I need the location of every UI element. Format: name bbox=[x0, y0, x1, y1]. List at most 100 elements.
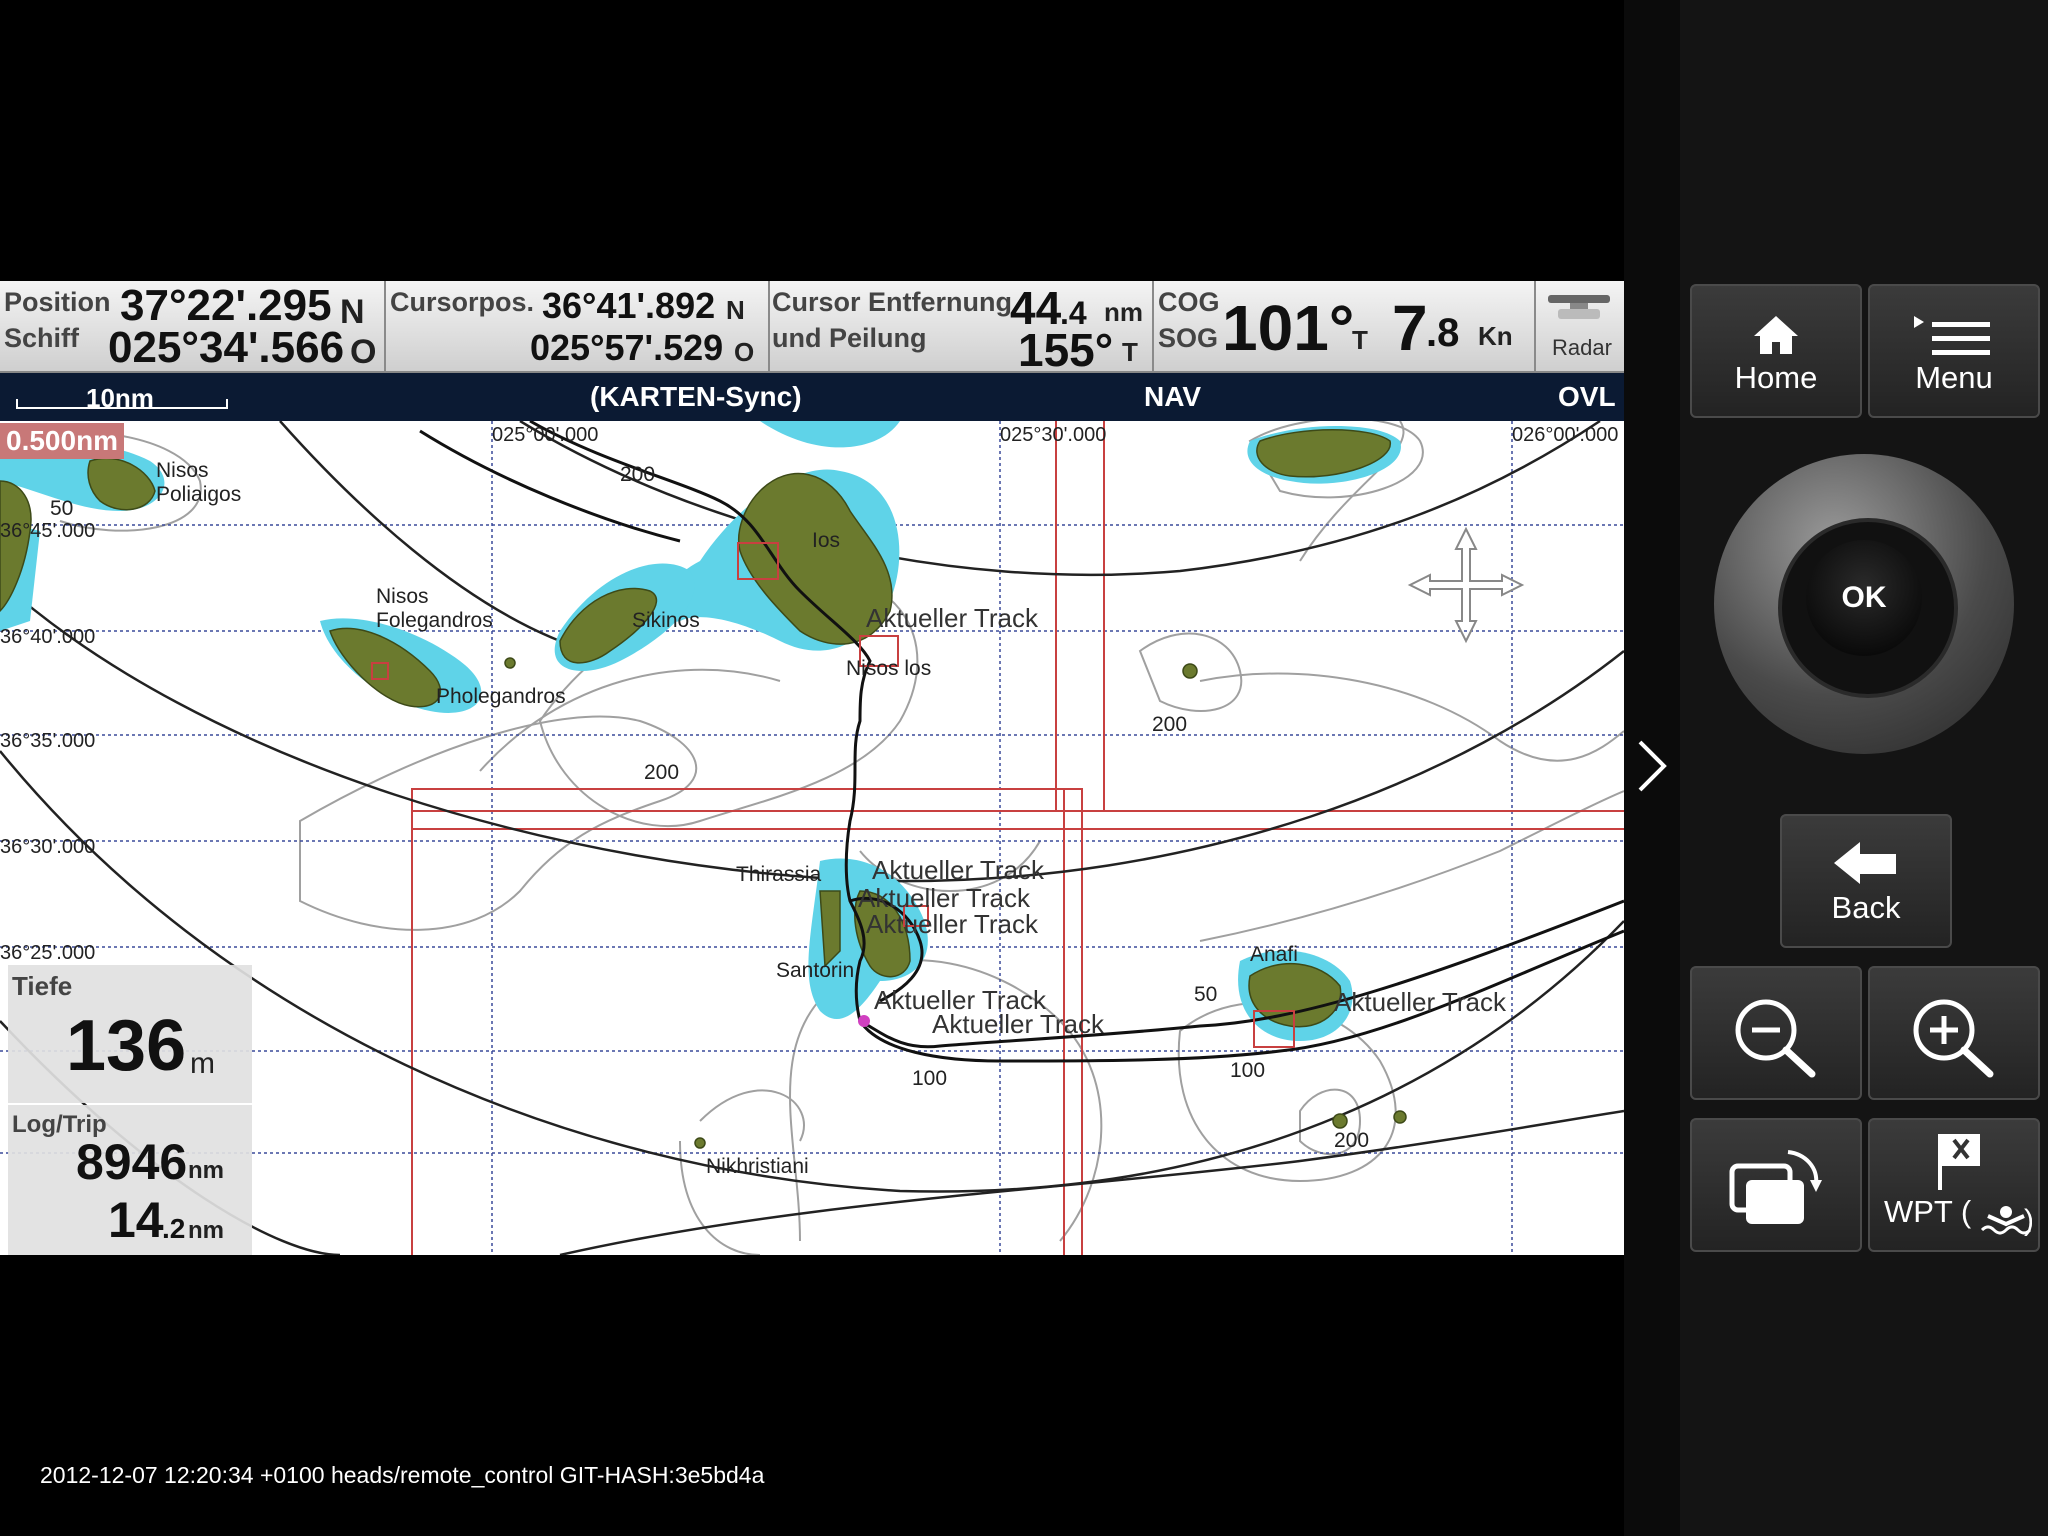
cursor-bearing-label: und Peilung bbox=[772, 323, 927, 353]
home-icon bbox=[1754, 316, 1798, 354]
place-label-thirassia: Thirassia bbox=[736, 863, 822, 886]
back-arrow-icon bbox=[1834, 842, 1896, 884]
man-overboard-icon: ) bbox=[1980, 1204, 2032, 1237]
zoom-in-button[interactable] bbox=[1868, 966, 2040, 1100]
back-button[interactable]: Back bbox=[1780, 814, 1952, 948]
wpt-label: WPT ( bbox=[1884, 1194, 1972, 1229]
place-label-ios: Ios bbox=[812, 529, 840, 552]
home-button[interactable]: Home bbox=[1690, 284, 1862, 418]
radar-cell[interactable]: Radar bbox=[1536, 281, 1624, 371]
radar-label: Radar bbox=[1552, 335, 1612, 360]
lat-label: 36°25'.000 bbox=[0, 942, 95, 964]
cursor-bearing: 155° bbox=[1018, 324, 1114, 376]
data-bar: Position Schiff 37°22'.295 N 025°34'.566… bbox=[0, 281, 1624, 376]
chart-sync-mode: (KARTEN-Sync) bbox=[590, 381, 802, 412]
log-trip-panel: Log/Trip 8946 nm 14 .2 nm bbox=[8, 1105, 252, 1255]
depth-sounding: 100 bbox=[1230, 1059, 1265, 1082]
menu-button[interactable]: Menu bbox=[1868, 284, 2040, 418]
cursor-crosshair[interactable] bbox=[1407, 526, 1525, 644]
switch-window-icon bbox=[1729, 1150, 1822, 1224]
zoom-out-button[interactable] bbox=[1690, 966, 1862, 1100]
cursor-position-cell[interactable]: Cursorpos. 36°41'.892 N 025°57'.529 O bbox=[386, 281, 770, 371]
depth-sounding: 50 bbox=[1194, 983, 1217, 1006]
lat-label: 36°35'.000 bbox=[0, 730, 95, 752]
scale-bar-tick-right bbox=[226, 399, 228, 409]
position-cell[interactable]: Position Schiff 37°22'.295 N 025°34'.566… bbox=[0, 281, 386, 372]
vessel-icon[interactable] bbox=[858, 1015, 870, 1027]
scale-label: 10nm bbox=[86, 383, 154, 413]
depth-sounding: 200 bbox=[1334, 1129, 1369, 1152]
cog-ref: T bbox=[1352, 325, 1368, 355]
depth-panel: Tiefe 136 m bbox=[8, 965, 252, 1103]
track-label: Aktueller Track bbox=[932, 1009, 1105, 1039]
radar-icon bbox=[1548, 295, 1610, 319]
cursor-lat-hemisphere: N bbox=[726, 295, 745, 325]
chevron-right-icon[interactable] bbox=[1632, 736, 1672, 796]
nautical-chart[interactable]: 025°00'.000 025°30'.000 026°00'.000 36°4… bbox=[0, 421, 1624, 1255]
vessel-track bbox=[419, 421, 1624, 1063]
trip-value-decimal: .2 bbox=[162, 1213, 186, 1244]
lat-label: 36°40'.000 bbox=[0, 626, 95, 648]
depth-sounding: 200 bbox=[1152, 713, 1187, 736]
rotary-knob[interactable]: OK bbox=[1714, 454, 2014, 754]
depth-sounding: 200 bbox=[644, 761, 679, 784]
vessel-lon-hemisphere: O bbox=[350, 333, 377, 371]
cursor-range-bearing-cell[interactable]: Cursor Entfernung und Peilung 44 .4 nm 1… bbox=[770, 281, 1154, 376]
build-info-footer: 2012-12-07 12:20:34 +0100 heads/remote_c… bbox=[40, 1462, 765, 1488]
cog-sog-cell[interactable]: COG SOG 101° T 7 .8 Kn bbox=[1154, 281, 1536, 371]
lon-label: 025°30'.000 bbox=[1000, 424, 1106, 446]
place-label-poliaigos: Nisos Poliaigos bbox=[156, 459, 241, 506]
place-label-nisos-ios: Nisos los bbox=[846, 657, 931, 680]
vessel-label: Schiff bbox=[4, 323, 80, 353]
track-labels: Aktueller Track Aktueller Track Aktuelle… bbox=[858, 603, 1507, 1039]
depth-unit: m bbox=[190, 1047, 215, 1080]
overlay-mode[interactable]: OVL bbox=[1558, 381, 1616, 413]
trip-value-integer: 14 bbox=[108, 1192, 164, 1248]
waypoint-flag-icon bbox=[1938, 1134, 1980, 1190]
cursor-lon-hemisphere: O bbox=[734, 337, 755, 367]
cog-label: COG bbox=[1158, 287, 1220, 317]
cursor-lon: 025°57'.529 bbox=[530, 327, 724, 368]
lat-label: 36°30'.000 bbox=[0, 836, 95, 858]
depth-sounding: 100 bbox=[912, 1067, 947, 1090]
cursor-lat: 36°41'.892 bbox=[542, 285, 716, 326]
zoom-out-icon bbox=[1735, 999, 1816, 1078]
place-label-santorin: Santorin bbox=[776, 959, 854, 982]
track-label: Aktueller Track bbox=[866, 909, 1039, 939]
sog-integer: 7 bbox=[1392, 292, 1428, 364]
cursor-position-label: Cursorpos. bbox=[390, 287, 535, 317]
place-label-sikinos: Sikinos bbox=[632, 609, 700, 632]
place-label-pholegandros: Pholegandros bbox=[436, 685, 566, 708]
cursor-bearing-ref: T bbox=[1122, 337, 1138, 367]
track-label: Aktueller Track bbox=[1334, 987, 1507, 1017]
zoom-in-icon bbox=[1913, 999, 1994, 1078]
sog-unit: Kn bbox=[1478, 321, 1513, 351]
log-value: 8946 bbox=[76, 1134, 188, 1190]
log-unit: nm bbox=[188, 1157, 224, 1184]
track-label: Aktueller Track bbox=[872, 855, 1045, 885]
sog-decimal: .8 bbox=[1426, 311, 1460, 355]
ok-button[interactable]: OK bbox=[1806, 540, 1922, 656]
menu-label: Menu bbox=[1915, 360, 1993, 395]
lon-label: 025°00'.000 bbox=[492, 424, 598, 446]
scale-bar-tick-left bbox=[16, 399, 18, 409]
switch-window-button[interactable] bbox=[1690, 1118, 1862, 1252]
cog-value: 101° bbox=[1222, 292, 1355, 364]
place-label-folegandros: Nisos Folegandros bbox=[376, 585, 493, 632]
place-label-christiani: Nikhristiani bbox=[706, 1155, 809, 1178]
sog-label: SOG bbox=[1158, 323, 1219, 353]
track-label: Aktueller Track bbox=[866, 603, 1039, 633]
lat-label: 36°45'.000 bbox=[0, 520, 95, 542]
chart-boundaries bbox=[411, 421, 1624, 1255]
remote-control-panel: Home Menu OK Back WPT ( bbox=[1624, 0, 2048, 1536]
cursor-range-label: Cursor Entfernung bbox=[772, 287, 1012, 317]
svg-text:): ) bbox=[2024, 1204, 2032, 1237]
lon-label: 026°00'.000 bbox=[1512, 424, 1618, 446]
range-badge: 0.500nm bbox=[0, 423, 125, 459]
vessel-lon: 025°34'.566 bbox=[108, 323, 345, 372]
trip-unit: nm bbox=[188, 1217, 224, 1244]
nav-mode[interactable]: NAV bbox=[1144, 381, 1201, 413]
depth-sounding: 50 bbox=[50, 497, 73, 520]
waypoint-mob-button[interactable]: WPT ( ) bbox=[1868, 1118, 2040, 1252]
position-label: Position bbox=[4, 287, 111, 317]
